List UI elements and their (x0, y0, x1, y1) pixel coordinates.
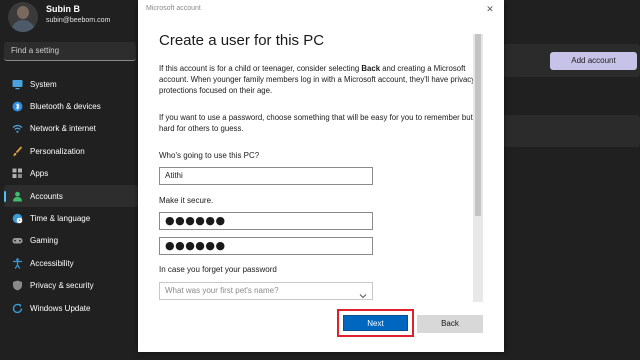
password-field[interactable]: ●●●●●● (159, 212, 373, 230)
child-account-notice: If this account is for a child or teenag… (159, 64, 476, 95)
secure-label: Make it secure. (159, 196, 214, 205)
brush-icon (12, 146, 23, 157)
sidebar-item-gaming[interactable]: Gaming (4, 230, 138, 252)
sidebar-item-label: Network & internet (30, 124, 96, 134)
close-icon[interactable]: ✕ (484, 3, 496, 15)
accessibility-icon (12, 258, 23, 269)
sidebar-item-personalization[interactable]: Personalization (4, 140, 138, 162)
wifi-icon (12, 123, 23, 134)
sidebar-nav: System Bluetooth & devices Network & int… (4, 73, 138, 319)
sidebar-item-apps[interactable]: Apps (4, 163, 138, 185)
search-placeholder: Find a setting (11, 46, 60, 55)
monitor-icon (12, 79, 23, 90)
sidebar-item-system[interactable]: System (4, 73, 138, 95)
sidebar-item-windows-update[interactable]: Windows Update (4, 297, 138, 319)
password-notice: If you want to use a password, choose so… (159, 113, 473, 133)
security-question-select[interactable]: What was your first pet's name? (159, 282, 373, 300)
sidebar-item-label: Gaming (30, 236, 59, 246)
confirm-password-field[interactable]: ●●●●●● (159, 237, 373, 255)
apps-icon (12, 168, 23, 179)
who-label: Who's going to use this PC? (159, 151, 260, 160)
sidebar-item-label: Apps (30, 169, 49, 179)
dialog-window-title: Microsoft account (146, 5, 201, 12)
scroll-thumb[interactable] (475, 34, 481, 216)
profile-email: subin@beebom.com (46, 17, 111, 24)
sidebar-item-privacy-security[interactable]: Privacy & security (4, 275, 138, 297)
sidebar-item-label: Privacy & security (30, 281, 94, 291)
page-title: Create a user for this PC (159, 32, 325, 49)
next-highlight: Next (337, 309, 414, 337)
sidebar-item-accounts[interactable]: Accounts (4, 184, 138, 208)
avatar (8, 2, 38, 32)
forget-password-label: In case you forget your password (159, 265, 277, 274)
chevron-down-icon (359, 287, 367, 299)
sidebar-item-label: System (30, 79, 57, 89)
username-field[interactable]: Atithi (159, 167, 373, 185)
sidebar-item-label: Accessibility (30, 258, 74, 268)
back-button[interactable]: Back (417, 315, 483, 333)
sidebar-item-label: Time & language (30, 214, 91, 224)
sidebar-item-bluetooth[interactable]: Bluetooth & devices (4, 95, 138, 117)
sidebar-item-accessibility[interactable]: Accessibility (4, 252, 138, 274)
profile-name: Subin B (46, 4, 80, 14)
search-input[interactable]: Find a setting (4, 42, 136, 61)
dialog-scrollbar[interactable] (473, 34, 483, 302)
dialog-titlebar: Microsoft account ✕ (138, 0, 504, 18)
sidebar-item-label: Windows Update (30, 303, 91, 313)
shield-icon (12, 280, 23, 291)
bluetooth-icon (12, 101, 23, 112)
sidebar-item-network[interactable]: Network & internet (4, 118, 138, 140)
add-account-button[interactable]: Add account (550, 52, 637, 70)
next-button[interactable]: Next (343, 315, 408, 331)
update-icon (12, 303, 23, 314)
person-icon (12, 191, 23, 202)
back-emphasis: Back (361, 64, 381, 73)
security-question-placeholder: What was your first pet's name? (165, 286, 279, 295)
create-user-dialog: Microsoft account ✕ Create a user for th… (138, 0, 504, 352)
gamepad-icon (12, 235, 23, 246)
sidebar-item-label: Bluetooth & devices (30, 102, 101, 112)
account-panel (503, 115, 640, 147)
sidebar-item-time-language[interactable]: Time & language (4, 207, 138, 229)
globe-clock-icon (12, 213, 23, 224)
sidebar-item-label: Personalization (30, 146, 85, 156)
sidebar-item-label: Accounts (30, 191, 63, 201)
